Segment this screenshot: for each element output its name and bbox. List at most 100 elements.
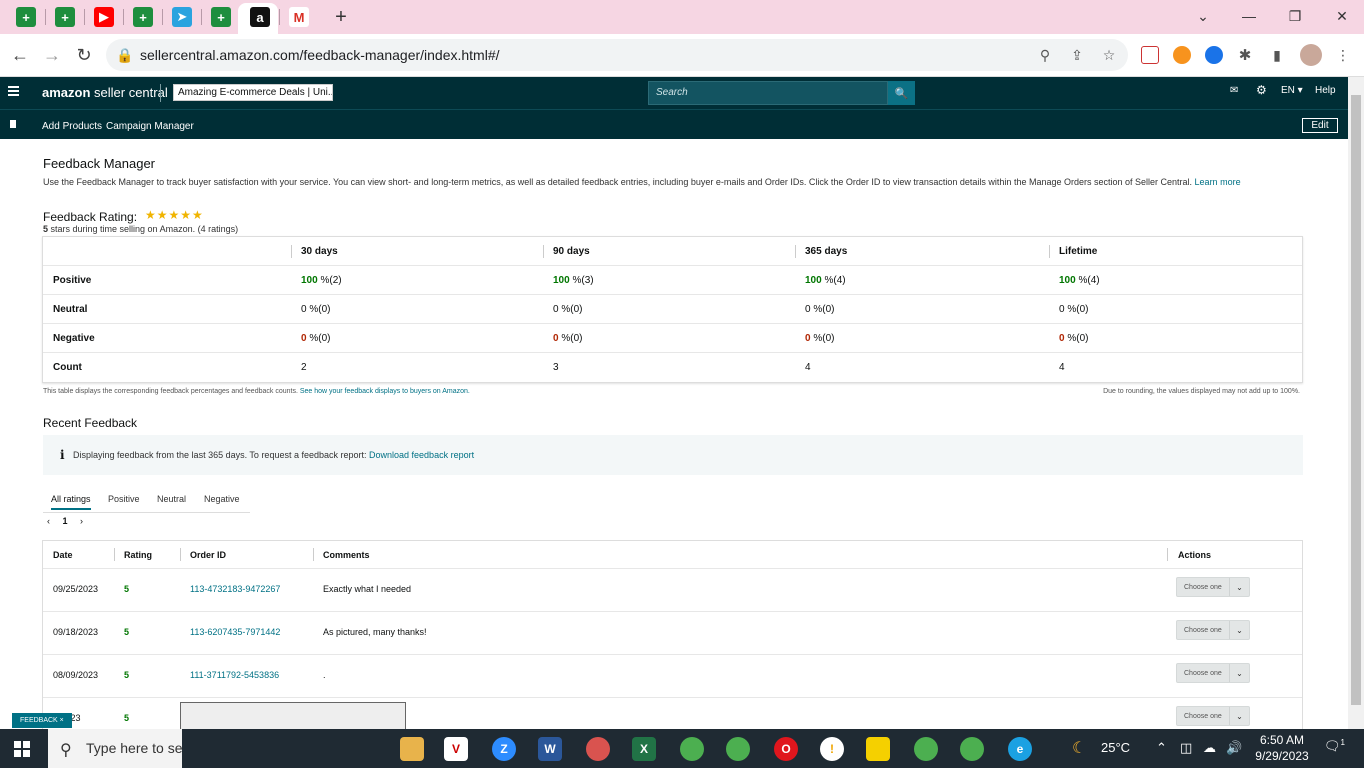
chevron-down-icon[interactable]: ⌄ — [1229, 621, 1249, 639]
prev-page-icon[interactable]: ‹ — [47, 516, 50, 526]
sticky-notes-icon[interactable] — [866, 737, 890, 761]
action-dropdown-label: Choose one — [1184, 627, 1222, 634]
telegram-icon[interactable]: ➤ — [172, 7, 192, 27]
temperature[interactable]: 25°C — [1101, 740, 1130, 755]
notifications-icon[interactable]: 🗨1 — [1324, 738, 1345, 754]
zoom-icon[interactable]: ⚲ — [1036, 46, 1054, 64]
url-text[interactable]: sellercentral.amazon.com/feedback-manage… — [140, 47, 500, 63]
header-search-input[interactable]: Search — [648, 81, 888, 105]
lock-icon[interactable]: 🔒 — [116, 46, 134, 64]
sheets-icon[interactable]: + — [133, 7, 153, 27]
chrome-icon[interactable] — [914, 737, 938, 761]
nav-add-products[interactable]: Add Products — [42, 121, 102, 132]
hamburger-menu-icon[interactable] — [8, 86, 19, 96]
tab-neutral[interactable]: Neutral — [157, 494, 186, 504]
side-panel-icon[interactable]: ▮ — [1268, 46, 1286, 64]
extension-icon[interactable] — [1205, 46, 1223, 64]
file-explorer-icon[interactable] — [400, 737, 424, 761]
current-page[interactable]: 1 — [63, 516, 68, 526]
feedback-widget-button[interactable]: FEEDBACK × — [12, 713, 72, 728]
sheets-icon[interactable]: + — [211, 7, 231, 27]
paint-icon[interactable] — [586, 737, 610, 761]
metric-value: 4 — [805, 362, 811, 373]
bookmark-icon[interactable] — [10, 120, 16, 128]
info-icon: i — [60, 448, 65, 462]
browser-tabstrip: + + ▶ + ➤ + a M + ✕ ❐ — ⌄ — [0, 0, 1364, 34]
gear-icon[interactable]: ⚙ — [1256, 83, 1267, 97]
forward-icon[interactable]: → — [40, 43, 64, 67]
chrome-icon[interactable] — [960, 737, 984, 761]
gmail-icon[interactable]: M — [289, 7, 309, 27]
taskbar-clock[interactable]: 6:50 AM 9/29/2023 — [1247, 732, 1317, 764]
sheets-icon[interactable]: + — [55, 7, 75, 27]
extension-icon[interactable] — [1173, 46, 1191, 64]
download-report-link[interactable]: Download feedback report — [369, 450, 474, 460]
col-365-days: 365 days — [805, 246, 848, 257]
sheets-icon[interactable]: + — [16, 7, 36, 27]
windows-start-icon[interactable] — [14, 741, 30, 757]
chrome-icon[interactable] — [726, 737, 750, 761]
menu-dots-icon[interactable]: ⋮ — [1334, 46, 1352, 64]
scrollbar-thumb[interactable] — [1351, 95, 1361, 705]
order-id-link[interactable]: 113-4732183-9472267 — [190, 584, 280, 594]
tab-search-icon[interactable]: ⌄ — [1191, 6, 1215, 26]
bookmark-star-icon[interactable]: ☆ — [1100, 46, 1118, 64]
order-id-link[interactable]: 113-6207435-7971442 — [190, 627, 280, 637]
feedback-rating: 5 — [124, 627, 130, 637]
extension-icon[interactable] — [1141, 46, 1159, 64]
profile-avatar[interactable] — [1300, 44, 1322, 66]
store-selector[interactable]: Amazing E-commerce Deals | Uni... — [173, 84, 333, 101]
chevron-down-icon[interactable]: ⌄ — [1229, 664, 1249, 682]
tab-all-ratings[interactable]: All ratings — [51, 494, 91, 510]
youtube-icon[interactable]: ▶ — [94, 7, 114, 27]
amazon-icon[interactable]: a — [250, 7, 270, 27]
next-page-icon[interactable]: › — [80, 516, 83, 526]
reload-icon[interactable]: ↻ — [72, 43, 96, 67]
back-icon[interactable]: ← — [8, 43, 32, 67]
minimize-window-icon[interactable]: — — [1237, 6, 1261, 26]
order-id-link[interactable]: 111-3711792-5453836 — [190, 670, 279, 680]
wifi-icon[interactable]: ☁ — [1203, 740, 1216, 756]
language-selector[interactable]: EN ▾ — [1281, 85, 1303, 96]
close-window-icon[interactable]: ✕ — [1330, 6, 1354, 26]
seller-central-logo[interactable]: amazon seller central — [42, 85, 168, 100]
volume-icon[interactable]: 🔊 — [1226, 740, 1242, 756]
puzzle-extensions-icon[interactable]: ✱ — [1236, 46, 1254, 64]
action-dropdown[interactable]: Choose one ⌄ — [1176, 663, 1250, 683]
word-icon[interactable]: W — [538, 737, 562, 761]
app-icon[interactable]: V — [444, 737, 468, 761]
col-date: Date — [53, 550, 73, 560]
mail-icon[interactable]: ✉ — [1230, 85, 1238, 96]
tab-positive[interactable]: Positive — [108, 494, 140, 504]
excel-icon[interactable]: X — [632, 737, 656, 761]
restore-window-icon[interactable]: ❐ — [1283, 6, 1307, 26]
network-icon[interactable]: ◫ — [1180, 740, 1192, 756]
chevron-down-icon[interactable]: ⌄ — [1229, 578, 1249, 596]
chrome-icon[interactable] — [680, 737, 704, 761]
see-feedback-link[interactable]: See how your feedback displays to buyers… — [298, 388, 470, 395]
weather-moon-icon[interactable]: ☾ — [1072, 738, 1086, 758]
metrics-cell: 2 — [301, 353, 307, 382]
tab-negative[interactable]: Negative — [204, 494, 240, 504]
action-dropdown[interactable]: Choose one ⌄ — [1176, 620, 1250, 640]
vpn-icon[interactable]: ! — [820, 737, 844, 761]
internet-explorer-icon[interactable]: e — [1008, 737, 1032, 761]
page-scrollbar[interactable] — [1348, 77, 1364, 729]
new-tab-icon[interactable]: + — [331, 6, 351, 28]
taskbar-search-input[interactable]: ⚲ Type here to se — [48, 729, 183, 768]
address-bar[interactable]: 🔒 sellercentral.amazon.com/feedback-mana… — [106, 39, 1128, 71]
seller-central-header: amazon seller central Amazing E-commerce… — [0, 77, 1348, 109]
show-hidden-icons-icon[interactable]: ⌃ — [1156, 740, 1167, 756]
learn-more-link[interactable]: Learn more — [1195, 177, 1241, 187]
chevron-down-icon[interactable]: ⌄ — [1229, 707, 1249, 725]
search-icon[interactable]: 🔍 — [888, 81, 915, 105]
zalo-icon[interactable]: Z — [492, 737, 516, 761]
nav-campaign-manager[interactable]: Campaign Manager — [106, 121, 194, 132]
action-dropdown[interactable]: Choose one ⌄ — [1176, 577, 1250, 597]
rating-summary: 5 stars during time selling on Amazon. (… — [43, 224, 238, 234]
edit-button[interactable]: Edit — [1302, 118, 1338, 133]
opera-icon[interactable]: O — [774, 737, 798, 761]
help-link[interactable]: Help — [1315, 85, 1336, 96]
share-icon[interactable]: ⇪ — [1068, 46, 1086, 64]
action-dropdown[interactable]: Choose one ⌄ — [1176, 706, 1250, 726]
